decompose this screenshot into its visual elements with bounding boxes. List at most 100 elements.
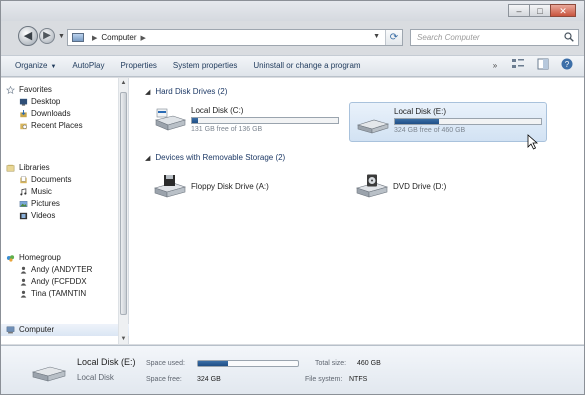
close-button[interactable]: ✕ [550, 4, 576, 17]
content-area: Favorites Desktop Downloads Recent Place… [1, 78, 584, 344]
nav-homegroup-label: Homegroup [19, 253, 61, 262]
drive-tile-e[interactable]: Local Disk (E:) 324 GB free of 460 GB [349, 102, 547, 142]
nav-item-homegroup-user-2[interactable]: Andy (FCFDDX [1, 276, 129, 288]
breadcrumb-chevron-icon[interactable]: ▶ [141, 34, 146, 42]
group-header-hard-disk-drives[interactable]: ◢ Hard Disk Drives (2) [145, 86, 227, 98]
drive-usage-bar [394, 118, 542, 125]
scroll-up-icon[interactable]: ▲ [119, 78, 128, 88]
nav-item-documents[interactable]: Documents [1, 174, 129, 186]
back-button[interactable]: ◀ [18, 26, 38, 46]
organize-menu[interactable]: Organize ▼ [7, 57, 64, 75]
breadcrumb-chevron-icon[interactable]: ▶ [92, 34, 97, 42]
space-used-bar [197, 360, 299, 367]
more-commands-icon[interactable]: » [486, 58, 504, 74]
device-tile-floppy[interactable]: Floppy Disk Drive (A:) [147, 168, 337, 208]
nav-computer[interactable]: Computer [1, 324, 129, 336]
nav-item-label: Pictures [31, 199, 60, 208]
main-pane: ◢ Hard Disk Drives (2) Local Disk (C:) 13… [131, 78, 584, 344]
window-controls: – □ ✕ [508, 4, 576, 17]
recent-pages-chevron-icon[interactable]: ▼ [58, 33, 65, 40]
device-name: DVD Drive (D:) [393, 182, 447, 191]
total-size-value: 460 GB [357, 360, 381, 367]
forward-button[interactable]: ▶ [39, 28, 55, 44]
minimize-icon: – [516, 6, 522, 16]
nav-scrollbar[interactable]: ▲ ▼ [118, 78, 128, 344]
nav-item-label: Andy (FCFDDX [31, 277, 87, 286]
scrollbar-thumb[interactable] [120, 92, 127, 315]
maximize-button[interactable]: □ [529, 4, 551, 17]
details-drive-name: Local Disk (E:) [77, 357, 136, 367]
uninstall-program-button[interactable]: Uninstall or change a program [245, 57, 368, 75]
nav-item-label: Music [31, 187, 52, 196]
help-icon[interactable]: ? [558, 58, 576, 74]
libraries-group: Libraries Documents Music Pictures Video… [1, 162, 129, 222]
nav-favorites[interactable]: Favorites [1, 84, 129, 96]
homegroup-icon [6, 255, 15, 262]
nav-libraries[interactable]: Libraries [1, 162, 129, 174]
group-header-removable-storage[interactable]: ◢ Devices with Removable Storage (2) [145, 152, 285, 164]
space-used-fill [198, 361, 228, 366]
details-pane: Local Disk (E:) Local Disk Space used: S… [1, 345, 584, 394]
search-input[interactable] [411, 30, 559, 45]
search-box[interactable] [410, 29, 579, 46]
address-bar[interactable]: ▶ Computer ▶ ▼ ⟳ [67, 29, 403, 46]
search-icon[interactable] [564, 32, 574, 42]
libraries-icon [6, 164, 15, 172]
hard-drive-icon [155, 108, 187, 131]
nav-item-label: Videos [31, 211, 56, 220]
preview-pane-icon[interactable] [534, 58, 552, 74]
nav-item-videos[interactable]: Videos [1, 210, 129, 222]
desktop-icon [19, 98, 28, 106]
system-properties-button[interactable]: System properties [165, 57, 245, 75]
breadcrumb-computer[interactable]: Computer [101, 33, 136, 42]
music-icon [20, 188, 27, 196]
drive-usage-fill [192, 118, 198, 123]
drive-tile-c[interactable]: Local Disk (C:) 131 GB free of 136 GB [147, 102, 347, 142]
videos-icon [19, 212, 28, 220]
nav-item-homegroup-user-1[interactable]: Andy (ANDYTER [1, 264, 129, 276]
autoplay-label: AutoPlay [72, 61, 105, 70]
explorer-window: – □ ✕ ◀ ▶ ▼ ▶ Computer ▶ ▼ ⟳ Organize▼ A… [0, 0, 585, 395]
minimize-button[interactable]: – [508, 4, 530, 17]
view-grid-icon [512, 59, 524, 68]
nav-item-pictures[interactable]: Pictures [1, 198, 129, 210]
file-system-label: File system: [305, 376, 343, 383]
space-free-label: Space free: [146, 376, 182, 383]
refresh-button[interactable]: ⟳ [385, 30, 402, 45]
properties-button[interactable]: Properties [112, 57, 164, 75]
autoplay-button[interactable]: AutoPlay [64, 57, 112, 75]
nav-item-homegroup-user-3[interactable]: Tina (TAMNTIN [1, 288, 129, 300]
downloads-icon [20, 110, 27, 118]
user-icon [20, 266, 27, 274]
nav-item-recent-places[interactable]: Recent Places [1, 120, 129, 132]
properties-label: Properties [120, 61, 157, 70]
nav-item-desktop[interactable]: Desktop [1, 96, 129, 108]
scroll-down-icon[interactable]: ▼ [119, 334, 128, 344]
device-tile-dvd[interactable]: DVD Drive (D:) [349, 168, 539, 208]
drive-name: Local Disk (C:) [191, 106, 244, 115]
homegroup-group: Homegroup Andy (ANDYTER Andy (FCFDDX Tin… [1, 252, 129, 300]
nav-item-music[interactable]: Music [1, 186, 129, 198]
nav-item-label: Desktop [31, 97, 61, 106]
nav-item-downloads[interactable]: Downloads [1, 108, 129, 120]
nav-homegroup[interactable]: Homegroup [1, 252, 129, 264]
nav-item-label: Downloads [31, 109, 71, 118]
address-history-dropdown-icon[interactable]: ▼ [373, 33, 380, 40]
file-system-value: NTFS [349, 376, 368, 383]
drive-usage-bar [191, 117, 339, 124]
close-icon: ✕ [559, 6, 567, 16]
favorites-group: Favorites Desktop Downloads Recent Place… [1, 84, 129, 132]
change-view-icon[interactable] [510, 58, 528, 74]
drive-free-space: 131 GB free of 136 GB [191, 126, 263, 133]
user-icon [20, 290, 27, 298]
hard-drive-icon [356, 119, 390, 134]
back-arrow-icon: ◀ [23, 30, 33, 42]
nav-item-label: Andy (ANDYTER [31, 265, 93, 274]
nav-item-label: Tina (TAMNTIN [31, 289, 87, 298]
command-bar: Organize ▼ AutoPlay Properties System pro… [1, 55, 584, 77]
device-name: Floppy Disk Drive (A:) [191, 182, 269, 191]
title-bar[interactable]: – □ ✕ [1, 1, 584, 21]
nav-favorites-label: Favorites [19, 85, 52, 94]
total-size-label: Total size: [315, 360, 347, 367]
star-icon [6, 86, 15, 94]
